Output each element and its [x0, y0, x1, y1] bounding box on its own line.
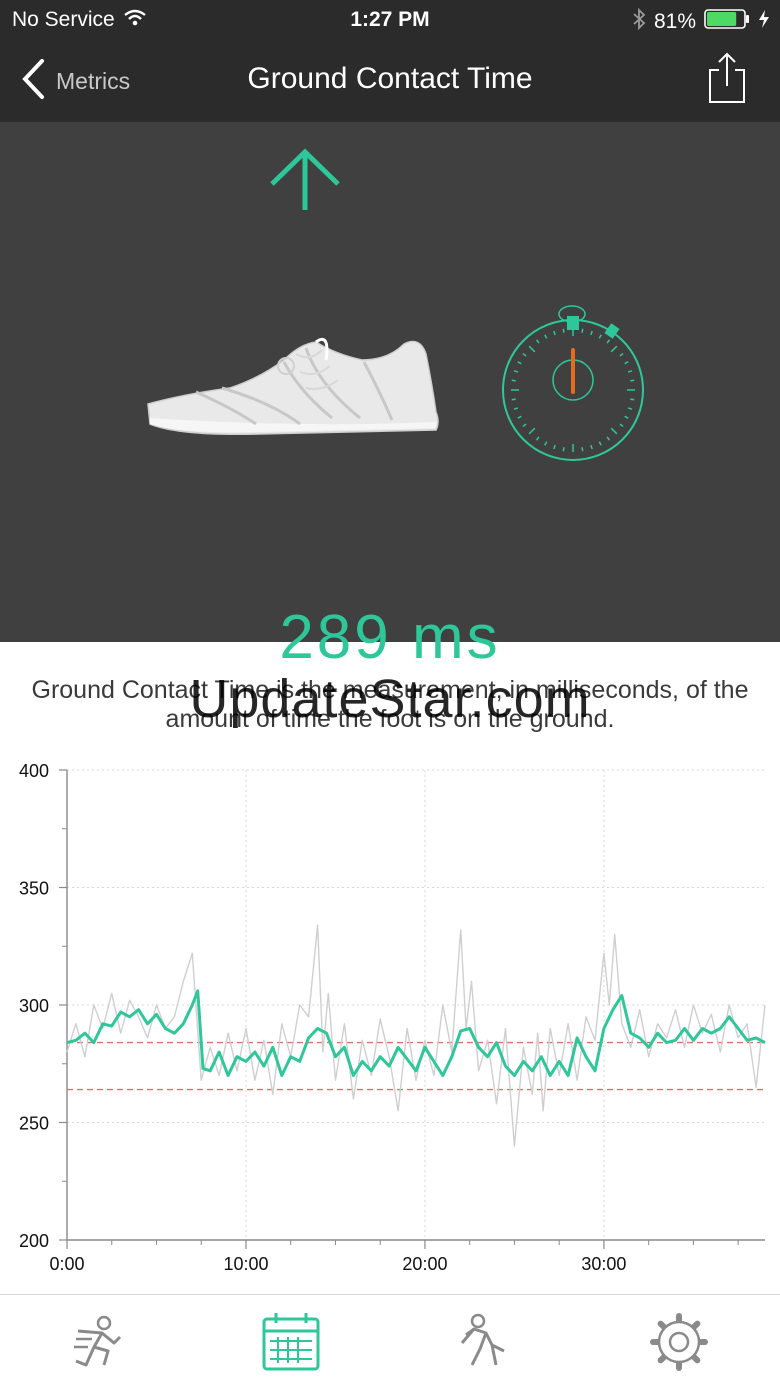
- status-bar: No Service 1:27 PM 81%: [0, 0, 780, 40]
- battery-percent: 81%: [653, 10, 696, 33]
- page-title: Ground Contact Time: [247, 62, 533, 95]
- bluetooth-icon: [632, 7, 646, 36]
- y-tick-label: 200: [19, 1231, 49, 1251]
- share-icon: [706, 52, 746, 108]
- tab-calendar[interactable]: [258, 1309, 324, 1375]
- charging-icon: [758, 9, 770, 35]
- navigation-bar: Metrics Ground Contact Time: [0, 40, 780, 122]
- calendar-icon: [262, 1313, 320, 1371]
- watermark-text: UpdateStar.com: [189, 669, 591, 729]
- posture-icon: [460, 1313, 505, 1366]
- metric-value: 289 ms: [279, 603, 501, 672]
- smoothed-series-line: [66, 989, 766, 1077]
- metric-hero: 289 ms: [0, 122, 780, 672]
- gct-chart: 400 350 300 250 2000:00 10:00 20:00 30:00: [19, 761, 766, 1274]
- gear-icon: [650, 1313, 708, 1371]
- tab-run[interactable]: [64, 1309, 130, 1375]
- arrow-up-icon: [270, 148, 340, 210]
- share-button[interactable]: [706, 52, 746, 109]
- tab-bar: [0, 1294, 780, 1388]
- stopwatch-icon: [502, 305, 644, 461]
- x-tick-label: 10:00: [223, 1254, 268, 1274]
- tab-settings[interactable]: [646, 1309, 712, 1375]
- shoe-icon: [147, 337, 439, 436]
- x-tick-label: 0:00: [49, 1254, 84, 1274]
- tab-posture[interactable]: [452, 1309, 518, 1375]
- y-tick-label: 400: [19, 761, 49, 781]
- x-tick-label: 30:00: [581, 1254, 626, 1274]
- y-tick-label: 250: [19, 1114, 49, 1134]
- y-tick-label: 350: [19, 879, 49, 899]
- x-tick-label: 20:00: [402, 1254, 447, 1274]
- runner-icon: [74, 1315, 122, 1367]
- y-tick-label: 300: [19, 996, 49, 1016]
- battery-icon: [704, 9, 750, 35]
